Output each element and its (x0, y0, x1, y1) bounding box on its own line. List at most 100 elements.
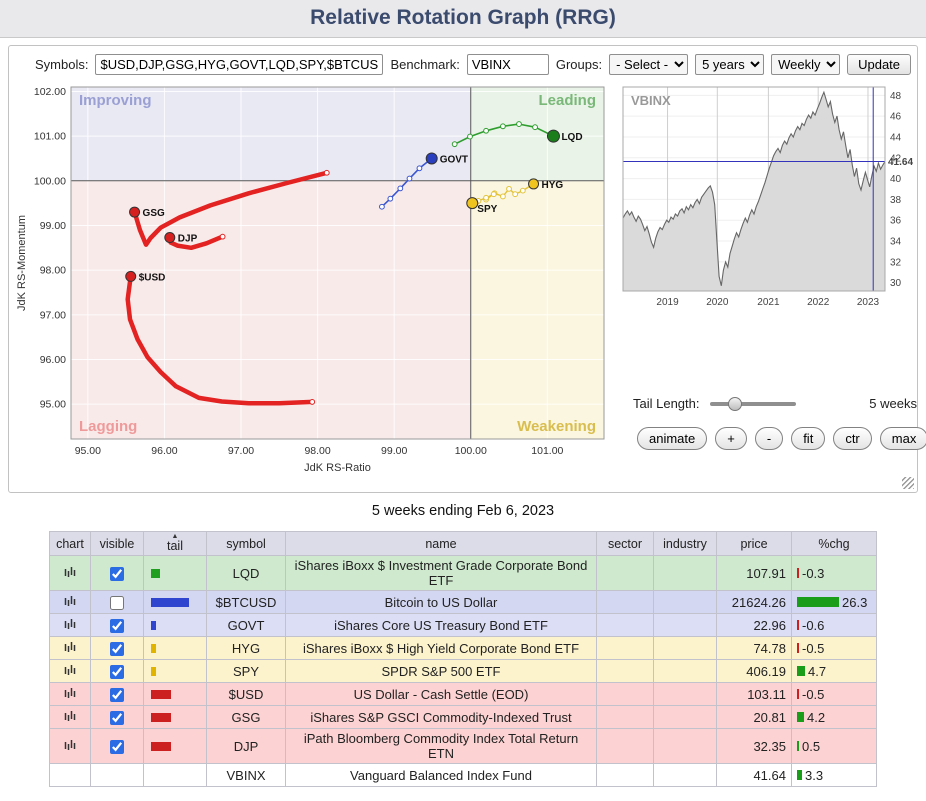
symbol-cell: DJP (207, 729, 286, 764)
symbols-label: Symbols: (35, 57, 88, 72)
interval-select[interactable]: Weekly (771, 54, 840, 75)
marker-$USD[interactable] (126, 271, 136, 281)
visible-cell[interactable] (91, 556, 144, 591)
benchmark-symbol-label: VBINX (631, 93, 671, 108)
column-header-visible[interactable]: visible (91, 532, 144, 556)
column-header-sector[interactable]: sector (597, 532, 654, 556)
chart-cell[interactable] (50, 591, 91, 614)
tail-color-swatch[interactable] (151, 690, 171, 699)
visible-checkbox[interactable] (110, 596, 124, 610)
column-header-pctchg[interactable]: %chg (792, 532, 877, 556)
pct-change-cell: -0.5 (792, 637, 877, 660)
pct-change-value: -0.5 (802, 687, 824, 702)
visible-cell[interactable] (91, 683, 144, 706)
visible-cell[interactable] (91, 729, 144, 764)
visible-checkbox[interactable] (110, 619, 124, 633)
status-text: 5 weeks ending Feb 6, 2023 (0, 503, 926, 519)
pct-change-cell: 26.3 (792, 591, 877, 614)
pct-change-cell: 0.5 (792, 729, 877, 764)
symbol-cell: GSG (207, 706, 286, 729)
chart-cell[interactable] (50, 614, 91, 637)
visible-cell[interactable] (91, 660, 144, 683)
+-button[interactable]: + (715, 427, 747, 450)
chart-cell[interactable] (50, 660, 91, 683)
price-cell: 103.11 (717, 683, 792, 706)
symbols-input[interactable] (95, 54, 383, 75)
name-cell: SPDR S&P 500 ETF (286, 660, 597, 683)
tail-color-swatch[interactable] (151, 621, 156, 630)
column-header-name[interactable]: name (286, 532, 597, 556)
sector-cell (597, 591, 654, 614)
table-row-BTCUSD: $BTCUSDBitcoin to US Dollar21624.2626.3 (50, 591, 877, 614)
svg-text:95.00: 95.00 (40, 399, 66, 411)
tail-color-swatch[interactable] (151, 713, 171, 722)
pct-change-value: -0.5 (802, 641, 824, 656)
chart-icon (64, 687, 77, 699)
sector-cell (597, 660, 654, 683)
chart-cell[interactable] (50, 706, 91, 729)
visible-checkbox[interactable] (110, 688, 124, 702)
chart-cell[interactable] (50, 683, 91, 706)
animate-button[interactable]: animate (637, 427, 707, 450)
visible-cell[interactable] (91, 637, 144, 660)
tail-length-slider-thumb[interactable] (728, 397, 742, 411)
visible-cell (91, 764, 144, 787)
chart-cell[interactable] (50, 729, 91, 764)
column-header-price[interactable]: price (717, 532, 792, 556)
chart-cell[interactable] (50, 556, 91, 591)
marker-LQD[interactable] (547, 130, 559, 142)
svg-text:102.00: 102.00 (34, 86, 66, 98)
svg-text:34: 34 (890, 237, 902, 248)
resize-handle-icon[interactable] (902, 477, 914, 489)
industry-cell (654, 683, 717, 706)
visible-checkbox[interactable] (110, 665, 124, 679)
update-button[interactable]: Update (847, 54, 911, 75)
marker-GSG[interactable] (130, 207, 140, 217)
ctr-button[interactable]: ctr (833, 427, 871, 450)
column-header-tail[interactable]: ▲tail (144, 532, 207, 556)
visible-cell[interactable] (91, 614, 144, 637)
benchmark-input[interactable] (467, 54, 549, 75)
pct-change-bar (797, 689, 799, 699)
--button[interactable]: - (755, 427, 783, 450)
quadrant-weakening (471, 181, 604, 439)
tail-color-swatch[interactable] (151, 742, 171, 751)
visible-checkbox[interactable] (110, 740, 124, 754)
rrg-panel: Symbols: Benchmark: Groups: - Select - 5… (8, 45, 918, 493)
x-axis-title: JdK RS-Ratio (304, 462, 371, 474)
visible-checkbox[interactable] (110, 711, 124, 725)
period-select[interactable]: 5 years (695, 54, 764, 75)
marker-SPY[interactable] (467, 198, 478, 209)
marker-HYG[interactable] (529, 179, 539, 189)
visible-cell[interactable] (91, 706, 144, 729)
marker-GOVT[interactable] (426, 153, 437, 164)
tail-color-swatch[interactable] (151, 569, 160, 578)
chart-cell[interactable] (50, 637, 91, 660)
visible-checkbox[interactable] (110, 642, 124, 656)
column-header-industry[interactable]: industry (654, 532, 717, 556)
visible-checkbox[interactable] (110, 567, 124, 581)
svg-text:96.00: 96.00 (40, 354, 66, 366)
svg-text:99.00: 99.00 (40, 220, 66, 232)
tail-color-swatch[interactable] (151, 667, 156, 676)
column-header-chart[interactable]: chart (50, 532, 91, 556)
tail-length-value: 5 weeks (869, 396, 917, 411)
marker-DJP[interactable] (165, 233, 175, 243)
tail-color-swatch[interactable] (151, 644, 156, 653)
svg-text:97.00: 97.00 (228, 445, 254, 457)
name-cell: iShares S&P GSCI Commodity-Indexed Trust (286, 706, 597, 729)
mini-year-label: 2019 (656, 297, 679, 308)
mini-year-label: 2023 (857, 297, 880, 308)
fit-button[interactable]: fit (791, 427, 825, 450)
tail-length-slider[interactable] (710, 402, 796, 406)
sector-cell (597, 729, 654, 764)
y-axis-title: JdK RS-Momentum (16, 215, 28, 311)
rrg-chart[interactable]: 95.0096.0097.0098.0099.00100.00101.0095.… (13, 81, 615, 481)
column-header-symbol[interactable]: symbol (207, 532, 286, 556)
max-button[interactable]: max (880, 427, 926, 450)
visible-cell[interactable] (91, 591, 144, 614)
symbol-cell: GOVT (207, 614, 286, 637)
groups-select[interactable]: - Select - (609, 54, 688, 75)
tail-color-swatch[interactable] (151, 598, 189, 607)
quadrant-label-leading: Leading (538, 92, 596, 109)
